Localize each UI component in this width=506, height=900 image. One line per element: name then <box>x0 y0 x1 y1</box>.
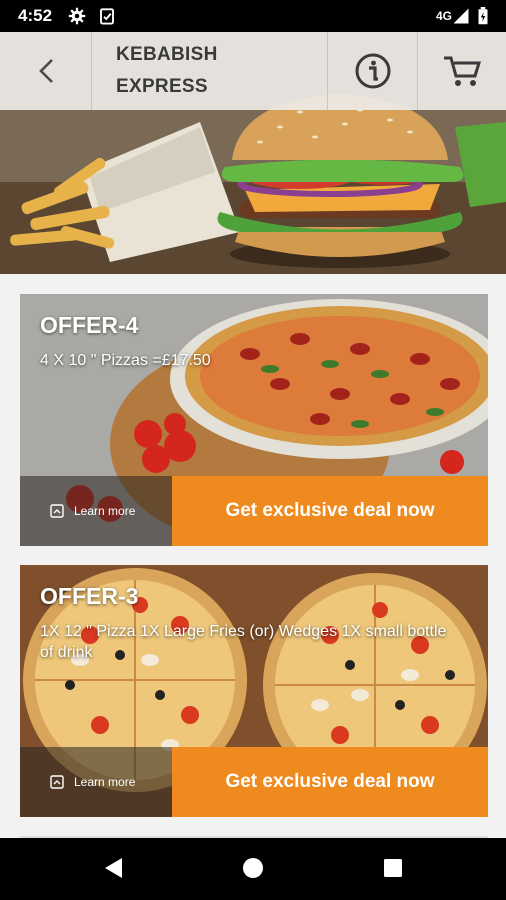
signal-icon <box>453 8 469 24</box>
hero-burger-image: KEBABISH EXPRESS <box>0 32 506 274</box>
settings-icon <box>68 7 86 25</box>
app-header: KEBABISH EXPRESS <box>0 32 506 110</box>
offer-card[interactable]: OFFER-4 4 X 10 " Pizzas =£17.50 Learn mo… <box>20 294 488 546</box>
restaurant-title: KEBABISH EXPRESS <box>92 32 328 110</box>
nav-home-icon[interactable] <box>242 856 264 880</box>
restaurant-name-line1: KEBABISH <box>116 44 218 65</box>
network-type: 4G <box>435 9 452 23</box>
learn-more-label: Learn more <box>74 775 136 789</box>
back-button[interactable] <box>0 32 92 110</box>
offer-description: 1X 12 " Pizza 1X Large Fries (or) Wedges… <box>40 623 447 661</box>
app-screen: KEBABISH EXPRESS OFFER-4 4 X 10 " Pizzas… <box>0 32 506 838</box>
restaurant-name-line2: EXPRESS <box>116 76 208 97</box>
status-bar: 4:52 4G <box>0 0 506 32</box>
offer-title: OFFER-4 <box>40 312 139 338</box>
learn-more-button[interactable]: Learn more <box>20 476 172 546</box>
get-deal-button[interactable]: Get exclusive deal now <box>172 476 488 546</box>
expand-icon <box>50 775 64 789</box>
offer-title: OFFER-3 <box>40 583 139 609</box>
offer-description: 4 X 10 " Pizzas =£17.50 <box>40 352 211 369</box>
learn-more-button[interactable]: Learn more <box>20 747 172 817</box>
status-time: 4:52 <box>18 6 53 25</box>
learn-more-label: Learn more <box>74 504 136 518</box>
get-deal-button[interactable]: Get exclusive deal now <box>172 747 488 817</box>
nav-back-icon[interactable] <box>102 856 124 880</box>
nav-recents-icon[interactable] <box>382 856 404 880</box>
battery-icon <box>478 7 488 25</box>
get-deal-label: Get exclusive deal now <box>225 500 435 521</box>
get-deal-label: Get exclusive deal now <box>225 771 435 792</box>
clipboard-icon <box>100 8 114 25</box>
expand-icon <box>50 504 64 518</box>
offer-card[interactable]: OFFER-3 1X 12 " Pizza 1X Large Fries (or… <box>20 565 488 817</box>
cart-button[interactable] <box>418 32 506 110</box>
info-button[interactable] <box>328 32 418 110</box>
cart-icon <box>444 56 482 86</box>
system-nav-bar <box>0 838 506 900</box>
info-icon <box>355 53 390 89</box>
back-arrow-icon <box>38 59 53 83</box>
